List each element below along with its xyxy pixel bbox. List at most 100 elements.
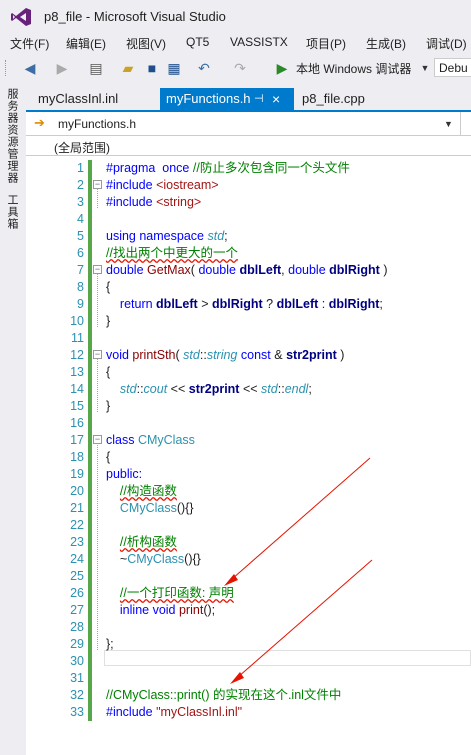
tab-myclassinl[interactable]: myClassInl.inl <box>32 88 124 110</box>
line-number: 32 <box>70 688 84 702</box>
token: } <box>106 314 111 328</box>
token: printSth <box>132 348 176 362</box>
token: //构造函数 <box>119 484 177 498</box>
change-marker <box>88 483 92 500</box>
token: & <box>274 348 283 362</box>
change-marker <box>88 398 92 415</box>
change-marker <box>88 653 92 670</box>
new-project-icon[interactable]: ▤ <box>88 59 104 77</box>
open-file-icon[interactable]: ▰ <box>120 59 136 77</box>
debug-target-dropdown-icon[interactable]: ▼ <box>420 59 430 77</box>
menu-edit[interactable]: 编辑(E) <box>66 35 106 52</box>
collapse-icon[interactable]: − <box>93 180 102 189</box>
file-dropdown-icon[interactable]: ▼ <box>444 119 453 129</box>
token: dblRight <box>328 297 380 311</box>
change-marker <box>88 687 92 704</box>
save-icon[interactable]: ■ <box>144 59 160 77</box>
token: #include <box>106 195 153 209</box>
start-debugging-icon[interactable]: ▶ <box>274 59 290 77</box>
menu-build[interactable]: 生成(B) <box>366 35 406 52</box>
code-line: 6 //找出两个中更大的一个 <box>26 245 471 262</box>
line-number: 3 <box>77 195 84 209</box>
line-number: 4 <box>77 212 84 226</box>
line-number: 24 <box>70 552 84 566</box>
menu-qt5[interactable]: QT5 <box>186 35 209 49</box>
close-tab-icon[interactable]: × <box>272 88 280 110</box>
token: ? <box>266 297 274 311</box>
token: "myClassInl.inl" <box>156 705 243 719</box>
token: //防止多次包含同一个头文件 <box>192 161 350 175</box>
token: const <box>240 348 271 362</box>
token: GetMax <box>147 263 191 277</box>
line-number: 27 <box>70 603 84 617</box>
menu-vassistx[interactable]: VASSISTX <box>230 35 288 49</box>
token: ) <box>383 263 388 277</box>
document-tab-bar: myClassInl.inl myFunctions.h ⊣ × p8_file… <box>26 88 471 110</box>
tab-p8-file-cpp[interactable]: p8_file.cpp <box>296 88 371 110</box>
token: : <box>321 297 326 311</box>
change-marker <box>88 279 92 296</box>
token: (){} <box>184 552 201 566</box>
menu-view[interactable]: 视图(V) <box>126 35 166 52</box>
line-number: 14 <box>70 382 84 396</box>
change-marker <box>88 585 92 602</box>
code-line: 31 <box>26 670 471 687</box>
change-marker <box>88 330 92 347</box>
collapse-icon[interactable]: − <box>93 435 102 444</box>
scope-navigation-bar[interactable]: (全局范围) <box>26 136 471 156</box>
token: > <box>201 297 209 311</box>
menu-debug[interactable]: 调试(D) <box>426 35 467 52</box>
token: std <box>207 229 225 243</box>
token: ( <box>190 263 195 277</box>
toolbox-tab[interactable]: 工具箱 <box>4 194 20 230</box>
scope-label: (全局范围) <box>54 141 110 155</box>
save-all-icon[interactable]: ▦ <box>166 59 182 77</box>
undo-icon[interactable]: ↶ <box>196 59 212 77</box>
token: //析构函数 <box>119 535 177 549</box>
change-marker <box>88 500 92 517</box>
code-line: 18 { <box>26 449 471 466</box>
line-number: 13 <box>70 365 84 379</box>
server-explorer-tab[interactable]: 服务器资源管理器 <box>4 88 20 184</box>
menu-project[interactable]: 项目(P) <box>306 35 346 52</box>
file-navigation-bar[interactable]: ➔ myFunctions.h ▼ <box>26 112 471 136</box>
debug-target-label[interactable]: 本地 Windows 调试器 <box>296 60 411 77</box>
tab-label: p8_file.cpp <box>302 91 365 106</box>
token: #include <box>106 178 153 192</box>
collapse-icon[interactable]: − <box>93 350 102 359</box>
token: dblRight <box>212 297 263 311</box>
line-number: 25 <box>70 569 84 583</box>
token: void <box>106 348 129 362</box>
code-line: 1 #pragma once //防止多次包含同一个头文件 <box>26 160 471 177</box>
code-editor[interactable]: 1 #pragma once //防止多次包含同一个头文件 2− #include … <box>26 156 471 755</box>
tab-myfunctions[interactable]: myFunctions.h ⊣ × <box>160 88 294 110</box>
pin-tab-icon[interactable]: ⊣ <box>254 88 264 110</box>
code-line: 10} <box>26 313 471 330</box>
header-file-icon: ➔ <box>34 115 45 130</box>
solution-configuration-select[interactable]: Debu <box>434 58 471 77</box>
change-marker <box>88 364 92 381</box>
line-number: 23 <box>70 535 84 549</box>
forward-icon[interactable]: ▶ <box>54 59 70 77</box>
redo-icon[interactable]: ↷ <box>232 59 248 77</box>
menu-file[interactable]: 文件(F) <box>10 35 49 52</box>
collapse-icon[interactable]: − <box>93 265 102 274</box>
line-number: 19 <box>70 467 84 481</box>
line-number: 22 <box>70 518 84 532</box>
code-line: 12− void printSth( std::string const & st… <box>26 347 471 364</box>
code-line: 32 //CMyClass::print() 的实现在这个.inl文件中 <box>26 687 471 704</box>
line-number: 9 <box>77 297 84 311</box>
change-marker <box>88 551 92 568</box>
code-line: 27 inline void print(); <box>26 602 471 619</box>
toolbar-grip[interactable] <box>5 60 9 76</box>
change-marker <box>88 602 92 619</box>
code-line: 21 CMyClass(){} <box>26 500 471 517</box>
change-marker <box>88 704 92 721</box>
token: std <box>183 348 200 362</box>
token: std <box>261 382 278 396</box>
token: <string> <box>156 195 202 209</box>
line-number: 6 <box>77 246 84 260</box>
back-icon[interactable]: ◀ <box>22 59 38 77</box>
code-line: 7− double GetMax( double dblLeft, double … <box>26 262 471 279</box>
token: str2print <box>286 348 337 362</box>
